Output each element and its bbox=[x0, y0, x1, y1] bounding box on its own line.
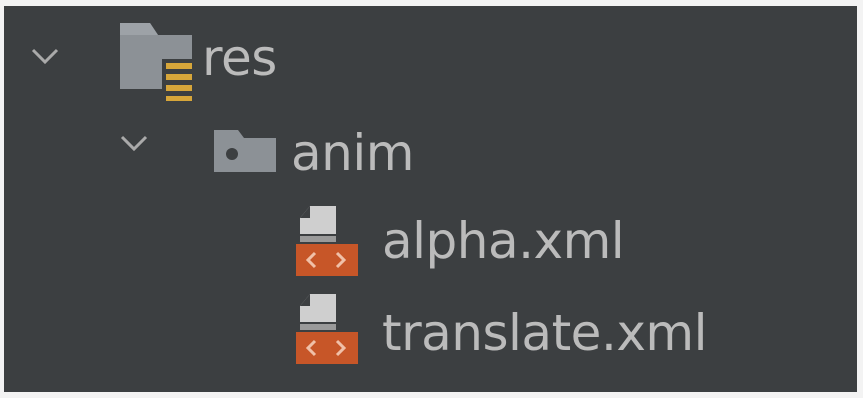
tree-item-label: anim bbox=[291, 124, 414, 182]
xml-file-icon bbox=[296, 294, 358, 364]
tree-item-alpha-xml[interactable]: alpha.xml bbox=[4, 196, 857, 276]
chevron-down-icon[interactable] bbox=[117, 126, 151, 160]
resource-folder-icon bbox=[120, 23, 192, 101]
chevron-down-icon[interactable] bbox=[28, 39, 62, 73]
tree-item-anim[interactable]: anim bbox=[4, 106, 857, 186]
xml-file-icon bbox=[296, 206, 358, 276]
tree-item-label: res bbox=[202, 29, 277, 87]
tree-item-translate-xml[interactable]: translate.xml bbox=[4, 284, 857, 364]
project-tree-panel: res anim alpha.xml translate.xml bbox=[4, 6, 857, 392]
folder-icon bbox=[214, 130, 276, 172]
tree-item-label: translate.xml bbox=[382, 304, 708, 362]
tree-item-res[interactable]: res bbox=[4, 19, 857, 101]
tree-item-label: alpha.xml bbox=[382, 212, 625, 270]
